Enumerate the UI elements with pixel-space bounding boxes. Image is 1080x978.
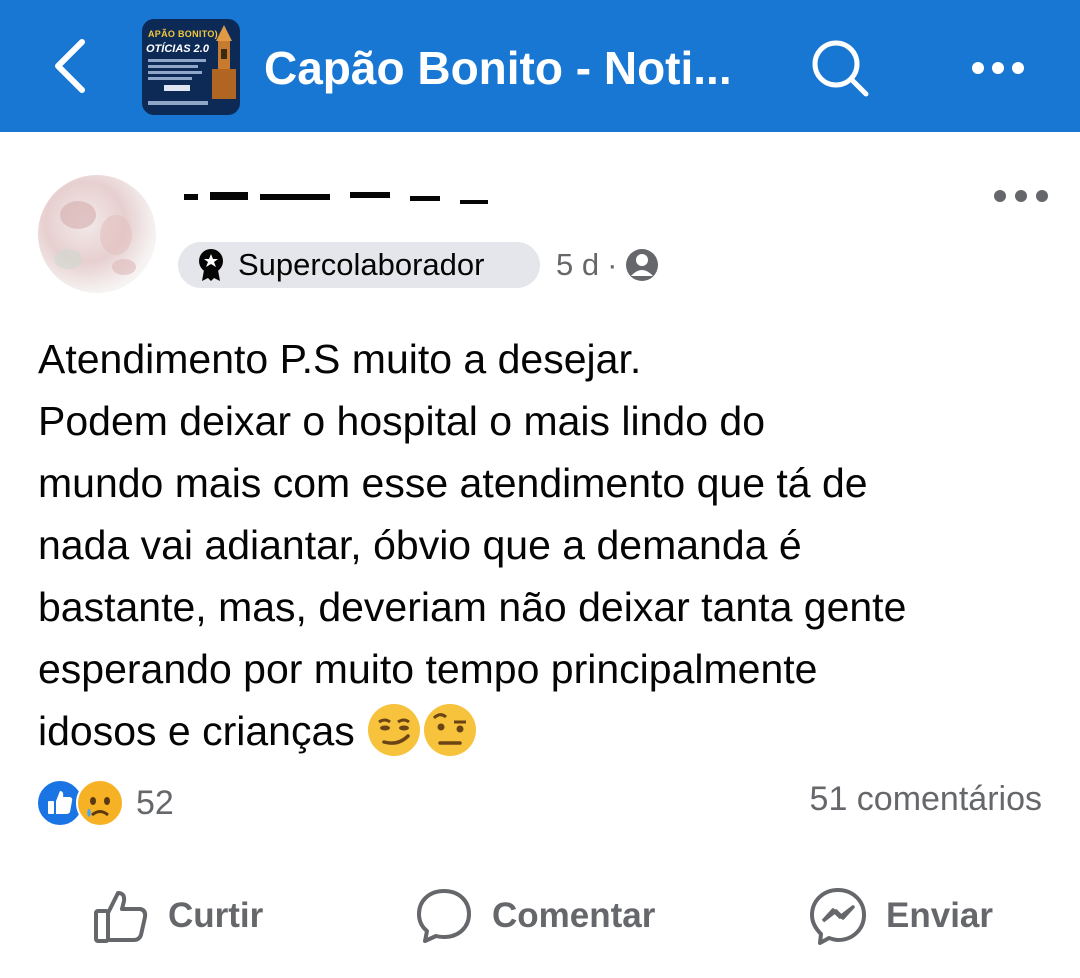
post-text-line: Atendimento P.S muito a desejar. [38,336,642,382]
comment-label: Comentar [492,896,656,935]
search-icon [812,40,869,97]
send-label: Enviar [886,896,993,935]
post-text-line: bastante, mas, deveriam não deixar tanta… [38,584,907,630]
globe-icon [626,249,659,281]
badge-label: Supercolaborador [238,247,485,282]
back-button[interactable] [40,30,100,102]
top-bar: APÃO BONITO) OTÍCIAS 2.0 Capão Bonito - … [0,0,1080,132]
like-label: Curtir [168,896,264,935]
post-text-line: esperando por muito tempo principalmente [38,646,818,692]
author-avatar[interactable] [38,175,156,293]
post-text-line: Podem deixar o hospital o mais lindo do [38,398,766,444]
meta-separator: · [607,247,618,282]
church-illustration [148,25,236,105]
badge-icon [199,249,223,281]
author-name-redacted[interactable] [180,186,500,214]
blurred-avatar-image [54,201,136,275]
action-bar: Curtir Comentar Enviar [0,880,1080,952]
redacted-name-scribble [184,192,488,204]
post-more-button[interactable] [990,184,1052,208]
supercontributor-badge[interactable]: Supercolaborador [178,242,540,288]
group-avatar[interactable]: APÃO BONITO) OTÍCIAS 2.0 [142,19,240,115]
messenger-icon [810,888,866,945]
more-icon [972,62,1024,74]
more-options-button[interactable] [966,48,1030,88]
send-button[interactable]: Enviar [808,880,993,952]
reactions-summary[interactable]: 52 [36,778,174,828]
post-time[interactable]: 5 d [556,247,599,283]
comment-bubble-icon [417,889,471,943]
group-title[interactable]: Capão Bonito - Noti... [264,38,732,98]
like-button[interactable]: Curtir [92,880,263,952]
post-text: Atendimento P.S muito a desejar. Podem d… [38,328,1058,762]
post-text-line: idosos e crianças [38,708,355,754]
post-meta: 5 d · [556,244,659,286]
more-icon [994,190,1048,202]
post-text-line: mundo mais com esse atendimento que tá d… [38,460,868,506]
comments-count-link[interactable]: 51 comentários [810,780,1042,819]
post-text-line: nada vai adiantar, óbvio que a demanda é [38,522,802,568]
reaction-count: 52 [136,783,174,822]
smirk-emoji-icon [368,704,421,757]
comment-button[interactable]: Comentar [414,880,655,952]
back-arrow-icon [55,39,85,93]
raised-eyebrow-emoji-icon [424,704,477,757]
thumbs-up-icon [94,891,148,943]
search-button[interactable] [810,38,872,100]
sad-reaction-icon [76,779,124,827]
